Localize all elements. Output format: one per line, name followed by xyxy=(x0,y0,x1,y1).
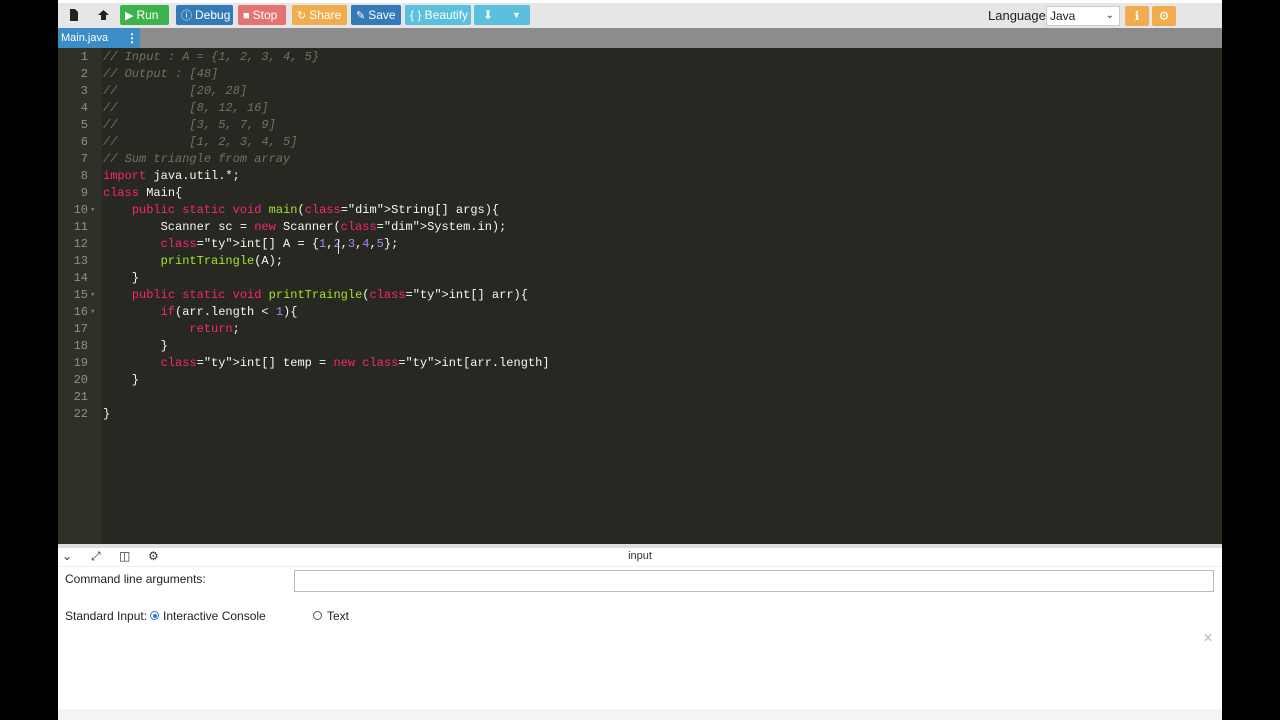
beautify-button[interactable]: { } Beautify xyxy=(405,5,471,25)
line-number: 14 xyxy=(73,271,88,285)
command-line-input[interactable] xyxy=(294,570,1214,592)
save-icon: ✎ xyxy=(356,10,366,22)
command-line-label: Command line arguments: xyxy=(65,572,206,586)
line-number: 6 xyxy=(80,135,88,149)
line-number: 19 xyxy=(73,356,88,370)
line-number: 16 xyxy=(73,305,88,319)
share-icon: ↻ xyxy=(297,10,307,22)
language-select[interactable]: Java ⌄ xyxy=(1046,6,1120,26)
interactive-console-label[interactable]: Interactive Console xyxy=(163,609,266,623)
new-file-button[interactable] xyxy=(62,5,86,25)
code-line[interactable]: // [8, 12, 16] xyxy=(103,100,269,117)
settings-icon: ⚙ xyxy=(1158,9,1170,23)
stop-icon: ■ xyxy=(243,10,250,22)
close-icon[interactable]: ✕ xyxy=(1203,631,1213,645)
line-number: 4 xyxy=(80,101,88,115)
interactive-console-radio[interactable] xyxy=(150,611,159,620)
line-number: 12 xyxy=(73,237,88,251)
play-icon: ▶ xyxy=(125,10,134,22)
line-number: 15 xyxy=(73,288,88,302)
code-line[interactable]: class="ty">int[] A = {1,2,3,4,5}; xyxy=(103,236,399,253)
toolbar: ▶ Run ⓘ Debug ■ Stop ↻ Share ✎ Save { } Beaut… xyxy=(58,3,1222,28)
code-line[interactable]: } xyxy=(103,372,139,389)
code-line[interactable]: // [1, 2, 3, 4, 5] xyxy=(103,134,297,151)
online-ide-window: ▶ Run ⓘ Debug ■ Stop ↻ Share ✎ Save { } Beaut… xyxy=(58,0,1222,720)
upload-icon xyxy=(97,10,109,20)
text-radio[interactable] xyxy=(313,611,322,620)
file-icon xyxy=(70,9,78,21)
share-button[interactable]: ↻ Share xyxy=(292,5,347,25)
code-line[interactable]: public static void printTraingle(class="… xyxy=(103,287,528,304)
code-line[interactable]: // Sum triangle from array xyxy=(103,151,290,168)
line-number: 20 xyxy=(73,373,88,387)
code-line[interactable]: import java.util.*; xyxy=(103,168,240,185)
code-line[interactable]: } xyxy=(103,270,139,287)
code-line[interactable]: return; xyxy=(103,321,239,338)
tab-menu-icon[interactable]: ⋮ xyxy=(126,28,138,48)
settings-button[interactable]: ⚙ xyxy=(1152,6,1176,26)
line-number: 7 xyxy=(80,152,88,166)
dropdown-icon[interactable]: ▼ xyxy=(512,5,521,25)
stop-button[interactable]: ■ Stop xyxy=(238,5,286,25)
tab-main-java[interactable]: Main.java ⋮ xyxy=(58,28,140,48)
code-line[interactable]: printTraingle(A); xyxy=(103,253,283,270)
info-icon: ℹ xyxy=(1134,9,1140,23)
text-cursor xyxy=(338,239,339,254)
code-line[interactable]: public static void main(class="dim">Stri… xyxy=(103,202,499,219)
line-number-gutter: 1 2 3 4 5 6 7 8 9 10 ▾ 11 12 13 14 15 ▾ 16 ▾ 17 18 19 20 21 22 xyxy=(58,48,102,544)
code-line[interactable]: } xyxy=(103,338,168,355)
line-number: 11 xyxy=(73,220,88,234)
code-line[interactable]: Scanner sc = new Scanner(class="dim">Sys… xyxy=(103,219,507,236)
chevron-down-icon: ⌄ xyxy=(1105,10,1114,21)
code-line[interactable]: if(arr.length < 1){ xyxy=(103,304,298,321)
debug-button[interactable]: ⓘ Debug xyxy=(176,5,233,25)
fold-arrow-icon[interactable]: ▾ xyxy=(90,304,95,321)
standard-input-label: Standard Input: xyxy=(65,609,148,623)
save-button[interactable]: ✎ Save xyxy=(351,5,401,25)
upload-button[interactable] xyxy=(91,5,115,25)
line-number: 17 xyxy=(73,322,88,336)
file-tab-bar: Main.java ⋮ xyxy=(58,28,1222,48)
code-line[interactable]: // Output : [48] xyxy=(103,66,218,83)
input-panel-title: input xyxy=(628,550,652,562)
fold-arrow-icon[interactable]: ▾ xyxy=(90,202,95,219)
line-number: 10 xyxy=(73,203,88,217)
download-icon: ⬇ xyxy=(483,8,494,22)
language-label: Language xyxy=(988,8,1046,23)
line-number: 8 xyxy=(80,169,88,183)
status-strip xyxy=(58,709,1222,720)
line-number: 18 xyxy=(73,339,88,353)
line-number: 5 xyxy=(80,118,88,132)
line-number: 1 xyxy=(80,50,88,64)
code-line[interactable]: // Input : A = {1, 2, 3, 4, 5} xyxy=(103,49,319,66)
info-button[interactable]: ℹ xyxy=(1125,6,1149,26)
input-panel-header: ⌄ ⤢ ◫ ⚙ input xyxy=(58,548,1222,567)
line-number: 9 xyxy=(80,186,88,200)
code-line[interactable]: class Main{ xyxy=(103,185,182,202)
code-editor[interactable]: 1 2 3 4 5 6 7 8 9 10 ▾ 11 12 13 14 15 ▾ 16 ▾ 17 18 19 20 21 22 /… xyxy=(58,48,1222,544)
text-option-label[interactable]: Text xyxy=(327,609,349,623)
line-number: 2 xyxy=(80,67,88,81)
debug-icon: ⓘ xyxy=(181,10,192,22)
code-line[interactable]: } xyxy=(103,406,110,423)
code-line[interactable]: class="ty">int[] temp = new class="ty">i… xyxy=(103,355,550,372)
line-number: 3 xyxy=(80,84,88,98)
code-line[interactable]: // [3, 5, 7, 9] xyxy=(103,117,276,134)
fold-arrow-icon[interactable]: ▾ xyxy=(90,287,95,304)
download-button[interactable]: ⬇ ▼ xyxy=(474,5,530,25)
line-number: 13 xyxy=(73,254,88,268)
run-button[interactable]: ▶ Run xyxy=(120,5,169,25)
line-number: 22 xyxy=(73,407,88,421)
code-line[interactable]: // [20, 28] xyxy=(103,83,247,100)
line-number: 21 xyxy=(73,390,88,404)
